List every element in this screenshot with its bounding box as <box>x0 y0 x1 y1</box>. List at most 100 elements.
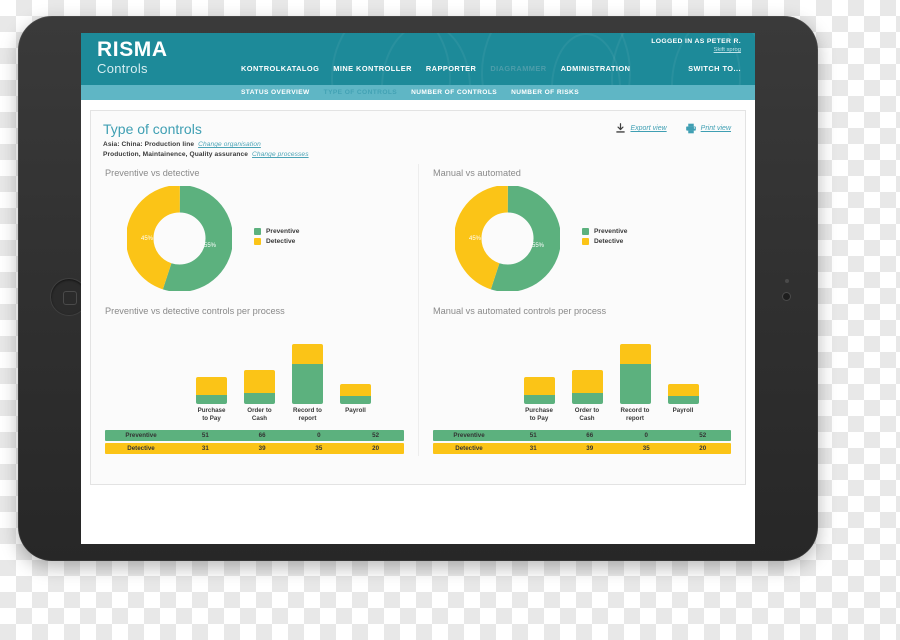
switch-to-button[interactable]: SWITCH TO... <box>688 64 741 73</box>
bar-segment-preventive <box>196 395 227 404</box>
organisation-line: Asia: China: Production line Change organ… <box>103 141 733 148</box>
print-view-button[interactable]: Print view <box>685 123 731 134</box>
donut-value-preventive-left: 55% <box>203 242 216 249</box>
bar-axis-label-order-to-cash: Order to Cash <box>572 407 603 422</box>
bar-segment-preventive <box>523 395 555 404</box>
nav-item-diagrammer[interactable]: DIAGRAMMER <box>490 64 546 73</box>
processes-line: Production, Maintainence, Quality assura… <box>103 151 733 158</box>
donut-chart-right: 55% 45% Preventive Detective <box>433 182 735 294</box>
brand-product: Controls <box>97 61 148 76</box>
legend-label-preventive: Preventive <box>594 228 628 235</box>
bar-column-payroll[interactable] <box>340 326 371 404</box>
bar-column-purchase-to-pay[interactable] <box>523 326 555 404</box>
table-cell: 20 <box>699 445 707 452</box>
panel-actions: Export view Print view <box>615 123 731 134</box>
bar-segment-detective <box>667 384 699 396</box>
bar-segment-preventive <box>667 396 699 404</box>
bar-segment-preventive <box>619 364 651 404</box>
bar-chart-title-right: Manual vs automated controls per process <box>433 306 607 316</box>
table-cell: 31 <box>201 445 209 452</box>
table-row-preventive: Preventive 51 66 0 52 <box>433 430 731 441</box>
table-cell: 51 <box>201 432 209 439</box>
bar-column-payroll[interactable] <box>667 326 699 404</box>
table-row-detective: Detective 31 39 35 20 <box>433 443 731 454</box>
table-cell: 31 <box>529 445 537 452</box>
label-line-1: Payroll <box>672 407 694 414</box>
bar-column-purchase-to-pay[interactable] <box>196 326 227 404</box>
legend-item-preventive[interactable]: Preventive <box>254 228 299 235</box>
label-line-2: to Pay <box>202 414 221 422</box>
printer-icon <box>685 123 696 134</box>
page-backdrop: RISMA Controls KONTROLKATALOG MINE KONTR… <box>0 0 900 640</box>
table-cell: 52 <box>699 432 707 439</box>
donut-graphic-left: 55% 45% <box>127 185 232 291</box>
bar-segment-preventive <box>292 364 323 404</box>
chart-column-left: Preventive vs detective 55% 45% Preventi… <box>91 164 418 456</box>
tablet-screen: RISMA Controls KONTROLKATALOG MINE KONTR… <box>81 33 755 544</box>
table-row-preventive: Preventive 51 66 0 52 <box>105 430 404 441</box>
bar-segment-preventive <box>244 393 275 404</box>
label-line-1: Purchase <box>197 407 226 414</box>
legend-item-preventive[interactable]: Preventive <box>582 228 627 235</box>
label-line-1: Order to Cash <box>247 407 272 422</box>
donut-value-detective-right: 45% <box>469 235 482 242</box>
subnav-item-number-of-controls[interactable]: NUMBER OF CONTROLS <box>411 89 497 96</box>
change-processes-link[interactable]: Change processes <box>252 151 309 158</box>
brand-logo[interactable]: RISMA Controls <box>97 38 168 77</box>
bar-column-order-to-cash[interactable] <box>244 326 275 404</box>
legend-swatch-detective <box>582 238 589 245</box>
donut-chart-left: 55% 45% Preventive Detective <box>105 182 408 294</box>
label-line-2: to Pay <box>529 414 549 422</box>
bar-segment-detective <box>196 377 227 395</box>
bar-segment-detective <box>244 370 275 393</box>
bar-axis-label-payroll: Payroll <box>340 407 371 422</box>
table-cell: 35 <box>315 445 323 452</box>
label-line-1: Order to Cash <box>574 407 600 422</box>
tablet-sensor <box>785 279 789 283</box>
header-decoration-swirl <box>381 33 471 85</box>
bar-chart-right <box>433 326 735 404</box>
table-cell: 35 <box>642 445 650 452</box>
table-cell: 51 <box>529 432 537 439</box>
bar-column-record-to-report[interactable] <box>292 326 323 404</box>
nav-item-administration[interactable]: ADMINISTRATION <box>561 64 631 73</box>
change-organisation-link[interactable]: Change organisation <box>198 141 261 148</box>
legend-item-detective[interactable]: Detective <box>254 238 299 245</box>
organisation-value: Asia: China: Production line <box>103 141 195 148</box>
data-table-left: Preventive 51 66 0 52 Detective 31 39 35… <box>105 430 408 454</box>
subnav-item-number-of-risks[interactable]: NUMBER OF RISKS <box>511 89 579 96</box>
table-cell: 52 <box>372 432 380 439</box>
bar-chart-title-left: Preventive vs detective controls per pro… <box>105 306 285 316</box>
chart-column-right: Manual vs automated 55% 45% Preventive D… <box>418 164 745 456</box>
label-line-1: Purchase <box>525 407 553 414</box>
tablet-device: RISMA Controls KONTROLKATALOG MINE KONTR… <box>18 16 818 561</box>
bar-axis-label-purchase-to-pay: Purchase to Pay <box>196 407 227 422</box>
bar-column-record-to-report[interactable] <box>619 326 651 404</box>
label-line-1: Record to <box>293 407 322 414</box>
table-cell: 20 <box>372 445 380 452</box>
donut-chart-title-left: Preventive vs detective <box>105 168 200 178</box>
bar-column-order-to-cash[interactable] <box>571 326 603 404</box>
table-cell: 39 <box>586 445 594 452</box>
nav-item-mine-kontroller[interactable]: MINE KONTROLLER <box>333 64 412 73</box>
brand-name: RISMA <box>97 38 168 61</box>
bar-axis-labels-left: Purchase to Pay Order to Cash Record to … <box>105 407 408 422</box>
change-language-link[interactable]: Skift sprog <box>651 47 741 53</box>
legend-swatch-detective <box>254 238 261 245</box>
subnav-item-status-overview[interactable]: STATUS OVERVIEW <box>241 89 310 96</box>
download-icon <box>616 123 626 133</box>
legend-item-detective[interactable]: Detective <box>582 238 627 245</box>
export-view-button[interactable]: Export view <box>615 123 667 134</box>
bar-axis-label-order-to-cash: Order to Cash <box>244 407 275 422</box>
bar-axis-labels-right: Purchase to Pay Order to Cash Record to … <box>433 407 735 422</box>
subnav-item-type-of-controls[interactable]: TYPE OF CONTROLS <box>324 89 397 96</box>
donut-legend-right: Preventive Detective <box>582 228 627 248</box>
donut-legend-left: Preventive Detective <box>254 228 299 248</box>
label-line-1: Payroll <box>345 407 366 414</box>
data-table-right: Preventive 51 66 0 52 Detective 31 39 35… <box>433 430 735 454</box>
nav-item-rapporter[interactable]: RAPPORTER <box>426 64 476 73</box>
nav-item-kontrolkatalog[interactable]: KONTROLKATALOG <box>241 64 319 73</box>
table-cell: 39 <box>258 445 266 452</box>
donut-value-detective-left: 45% <box>141 235 154 242</box>
label-line-1: Record to <box>620 407 650 414</box>
